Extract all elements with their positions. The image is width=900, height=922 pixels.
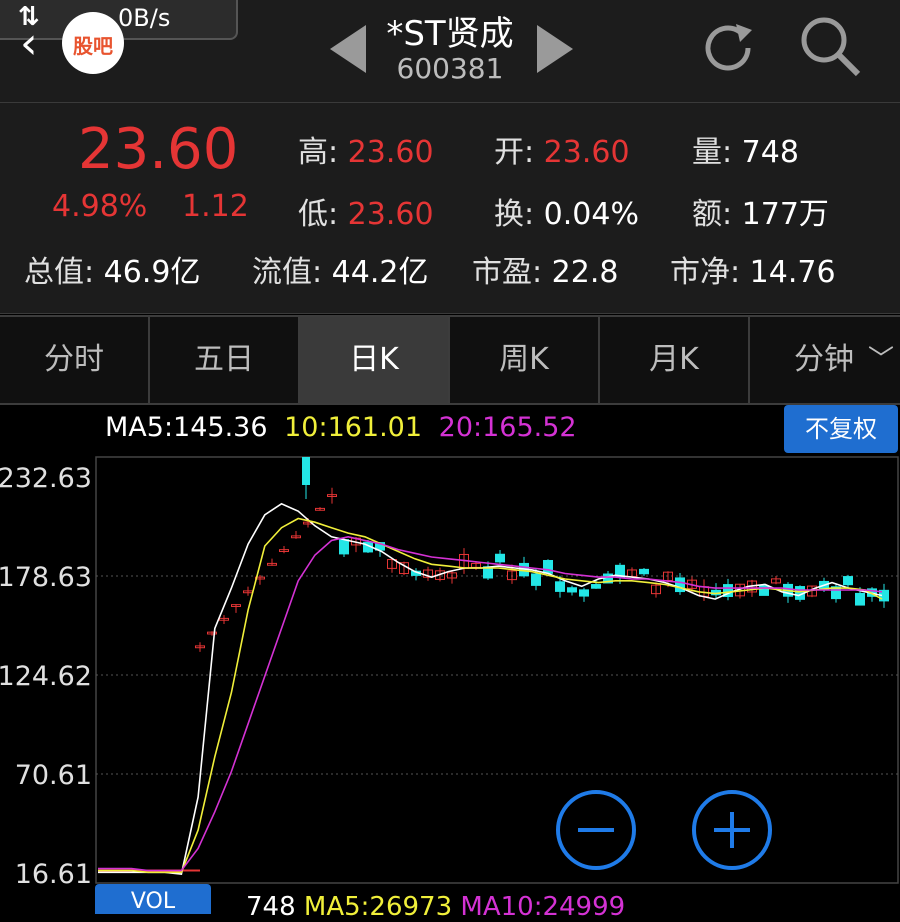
candle-body — [567, 587, 577, 593]
ma5-value: MA5:145.36 — [105, 412, 268, 443]
guba-button[interactable]: 股吧 — [62, 12, 124, 74]
pb-field: 市净: 14.76 — [670, 255, 836, 290]
tab-five-day[interactable]: 五日 — [150, 317, 300, 403]
adjust-mode-button[interactable]: 不复权 — [784, 405, 898, 453]
tab-weekly-k[interactable]: 周K — [450, 317, 600, 403]
y-tick-label: 178.63 — [0, 562, 92, 593]
tab-monthly-k[interactable]: 月K — [600, 317, 750, 403]
turnover-field: 换: 0.04% — [494, 197, 639, 232]
vol-value: 748 — [246, 892, 296, 922]
candle-body — [843, 576, 853, 586]
y-tick-label: 70.61 — [15, 760, 92, 791]
open-field: 开: 23.60 — [494, 135, 630, 170]
next-stock-button[interactable] — [537, 25, 573, 73]
chevron-down-icon: ﹀ — [868, 345, 895, 375]
top-bar: ⇅ 0B/s ‹ 股吧 *ST贤成 600381 — [0, 0, 900, 103]
stock-name: *ST贤成 — [386, 14, 514, 54]
search-icon[interactable] — [796, 12, 864, 80]
zoom-out-button[interactable] — [556, 790, 636, 870]
plot-frame — [95, 456, 899, 884]
tab-intraday[interactable]: 分时 — [0, 317, 150, 403]
candle-body — [579, 589, 589, 597]
ma20-value: 20:165.52 — [438, 412, 577, 443]
tab-minute-label: 分钟 — [794, 342, 854, 377]
chevron-left-icon[interactable]: ‹ — [20, 22, 38, 66]
vol-ma10: MA10:24999 — [460, 892, 626, 922]
zoom-in-button[interactable] — [692, 790, 772, 870]
candle-body — [543, 560, 553, 574]
tab-daily-k[interactable]: 日K — [300, 317, 450, 403]
vol-legend: 748 MA5:26973 MA10:24999 — [246, 892, 625, 922]
ma-legend: MA5:145.36 10:161.01 20:165.52 — [105, 412, 577, 443]
float-mv-field: 流值: 44.2亿 — [252, 255, 429, 290]
candle-body — [531, 573, 541, 586]
refresh-icon[interactable] — [696, 16, 760, 80]
guba-label: 股吧 — [73, 34, 113, 58]
ma10-value: 10:161.01 — [284, 412, 423, 443]
stock-code: 600381 — [396, 52, 504, 85]
amount-field: 额: 177万 — [692, 197, 829, 232]
candle-body — [639, 568, 649, 575]
period-tabs: 分时 五日 日K 周K 月K 分钟 ﹀ — [0, 315, 900, 405]
y-tick-label: 124.62 — [0, 661, 92, 692]
candle-body — [339, 539, 349, 555]
pe-field: 市盈: 22.8 — [472, 255, 619, 290]
total-mv-field: 总值: 46.9亿 — [24, 255, 201, 290]
high-field: 高: 23.60 — [298, 135, 434, 170]
change-amount: 1.12 — [182, 189, 249, 224]
quote-panel: 23.60 4.98% 1.12 高: 23.60 低: 23.60 开: 23… — [0, 103, 900, 314]
y-tick-label: 232.63 — [0, 463, 92, 494]
candle-body — [855, 592, 865, 606]
y-tick-label: 16.61 — [15, 859, 92, 885]
y-axis-labels: 232.63 178.63 124.62 70.61 16.61 — [0, 463, 92, 885]
candle-body — [555, 581, 565, 592]
low-field: 低: 23.60 — [298, 197, 434, 232]
grid-lines — [96, 575, 898, 775]
candle-body — [591, 584, 601, 589]
tab-minute[interactable]: 分钟 ﹀ — [750, 317, 900, 403]
net-speed: 0B/s — [118, 4, 171, 32]
candle-body — [495, 553, 505, 563]
change-percent: 4.98% — [52, 189, 148, 224]
volume-field: 量: 748 — [692, 135, 799, 170]
last-price: 23.60 — [78, 117, 239, 182]
vol-ma5: MA5:26973 — [303, 892, 453, 922]
